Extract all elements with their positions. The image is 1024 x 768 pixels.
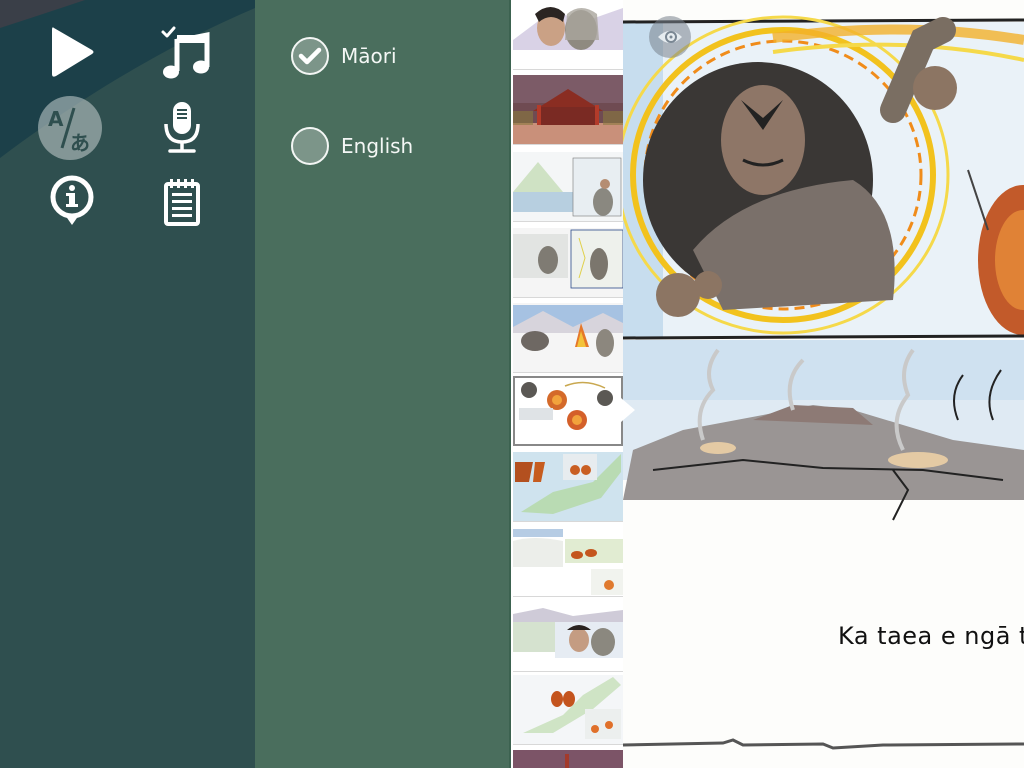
thumbnail-page-2[interactable] xyxy=(513,75,623,145)
thumbnail-page-3[interactable] xyxy=(513,152,623,222)
checkmark-icon xyxy=(298,47,322,65)
thumbnail-image xyxy=(513,303,623,372)
translate-glyph-b: あ xyxy=(70,131,90,154)
notepad-icon xyxy=(164,179,200,226)
play-icon xyxy=(52,27,94,77)
thumbnail-image xyxy=(513,0,623,69)
thumbnail-image xyxy=(515,378,621,444)
play-button[interactable] xyxy=(40,20,104,84)
radio-english[interactable] xyxy=(291,127,329,165)
music-note-icon xyxy=(161,26,210,79)
thumbnail-page-4[interactable] xyxy=(513,228,623,298)
info-icon xyxy=(50,175,94,225)
thumbnail-page-1[interactable] xyxy=(513,0,623,70)
microphone-icon xyxy=(164,102,200,153)
translate-glyph-a: A xyxy=(48,107,64,131)
koru-icon xyxy=(658,31,682,43)
info-button[interactable] xyxy=(40,170,104,234)
thumbnail-page-8[interactable] xyxy=(513,527,623,597)
notes-button[interactable] xyxy=(150,170,214,234)
thumbnail-page-11[interactable] xyxy=(513,750,623,768)
thumbnail-image xyxy=(513,152,623,221)
narration-toggle-button[interactable] xyxy=(649,16,691,58)
language-label-maori: Māori xyxy=(341,44,397,68)
sidebar-toolbar: A あ xyxy=(0,0,255,768)
story-illustration xyxy=(623,15,1024,750)
translate-icon: A あ xyxy=(48,107,90,154)
story-page[interactable]: Ka taea e ngā t xyxy=(623,0,1024,768)
language-option-english[interactable]: English xyxy=(291,127,413,165)
thumbnail-page-10[interactable] xyxy=(513,675,623,745)
thumbnail-image xyxy=(513,75,623,144)
language-option-maori[interactable]: Māori xyxy=(291,37,397,75)
thumbnail-image xyxy=(513,675,623,744)
thumbnail-image xyxy=(513,750,623,768)
record-button[interactable] xyxy=(150,96,214,160)
music-button[interactable] xyxy=(154,20,218,84)
thumbnail-page-9[interactable] xyxy=(513,602,623,672)
language-label-english: English xyxy=(341,134,414,158)
thumbnail-image xyxy=(513,527,623,596)
language-button[interactable]: A あ xyxy=(38,96,102,160)
thumbnail-page-7[interactable] xyxy=(513,452,623,522)
selected-page-pointer xyxy=(621,398,635,422)
thumbnail-image xyxy=(513,602,623,671)
thumbnail-image xyxy=(513,228,623,297)
thumbnail-page-5[interactable] xyxy=(513,303,623,373)
language-panel: Māori English xyxy=(255,0,509,768)
thumbnail-page-6-selected[interactable] xyxy=(513,376,623,446)
story-text: Ka taea e ngā t xyxy=(838,622,1024,650)
page-thumbnail-strip[interactable] xyxy=(509,0,623,768)
thumbnail-image xyxy=(513,452,623,521)
radio-maori[interactable] xyxy=(291,37,329,75)
